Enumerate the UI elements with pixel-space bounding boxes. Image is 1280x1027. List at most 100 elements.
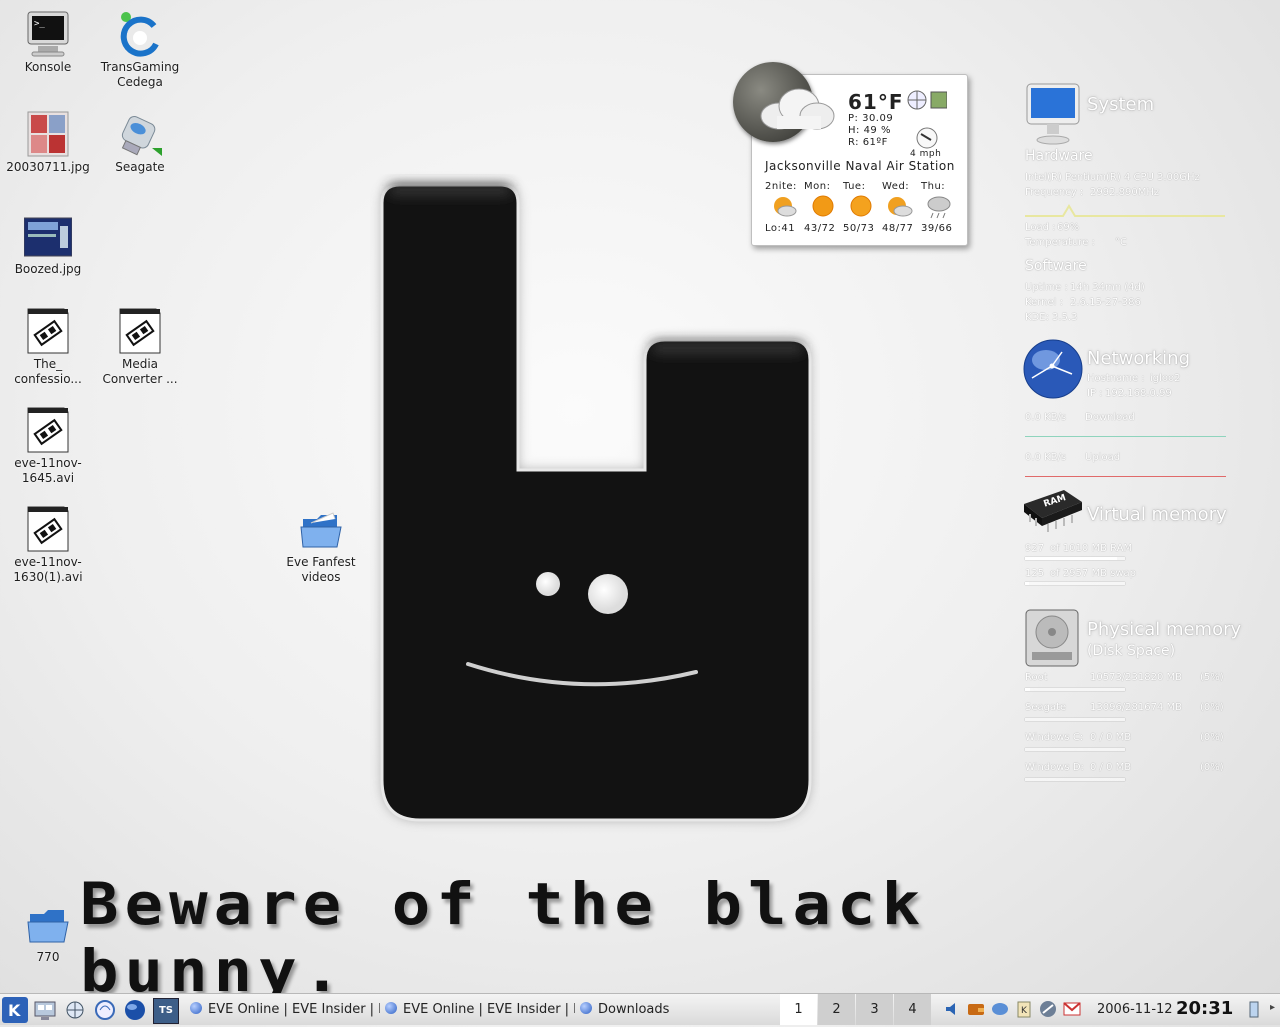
kde-menu-button[interactable]: K	[2, 997, 28, 1023]
desktop-icon-eve-1630[interactable]: eve-11nov-1630(1).avi	[5, 505, 91, 585]
disk-percent: (0%)	[1200, 702, 1224, 713]
forecast-day-1: Mon:	[804, 181, 831, 192]
desktop-pager-1[interactable]: 1	[780, 994, 817, 1025]
computer-icon	[1026, 83, 1080, 145]
gmail-notifier-icon[interactable]	[1063, 1000, 1081, 1018]
desktop-icon-label: Seagate	[115, 160, 165, 174]
desktop-icon-eve-fanfest[interactable]: Eve Fanfest videos	[278, 505, 364, 585]
disk-percent: (5%)	[1200, 672, 1224, 683]
desktop-icon-eve-1645[interactable]: eve-11nov-1645.avi	[5, 406, 91, 486]
desktop-icon-the-confession[interactable]: The_ confessio...	[5, 307, 91, 387]
ram-used: 927	[1025, 543, 1045, 554]
task-label: Downloads	[598, 1002, 670, 1017]
desktop-icon-label: Boozed.jpg	[14, 262, 82, 276]
download-rate: 0.0 KB/s	[1025, 412, 1067, 423]
desktop-pager-2[interactable]: 2	[818, 994, 855, 1025]
klipper-icon[interactable]: K	[1015, 1000, 1033, 1018]
image-file-icon	[23, 212, 73, 260]
desktop-icon-cedega[interactable]: TransGaming Cedega	[97, 10, 183, 90]
konqueror-icon[interactable]	[93, 998, 117, 1022]
temperature-label: Temperature :	[1025, 237, 1095, 248]
taskbar-task[interactable]: EVE Online | EVE Insider | F	[385, 996, 575, 1023]
upload-rate: 0.0 KB/s	[1025, 452, 1067, 463]
disk-usage: 0 / 0 MB	[1090, 732, 1132, 743]
volume-icon[interactable]	[944, 1000, 962, 1018]
virtual-memory-title: Virtual memory	[1087, 504, 1227, 525]
rain-icon	[927, 196, 951, 219]
forecast-temp-2: 50/73	[843, 223, 875, 234]
disk-name: Windows D:	[1025, 762, 1084, 773]
forecast-temp-1: 43/72	[804, 223, 836, 234]
forecast-day-2: Tue:	[843, 181, 866, 192]
network-status-icon[interactable]	[991, 1000, 1009, 1018]
weather-widget[interactable]: 61°F P: 30.09 H: 49 % R: 61ºF 4 mph Jack…	[733, 62, 973, 252]
sunny-icon	[850, 195, 872, 217]
desktop-icon-boozed[interactable]: Boozed.jpg	[5, 212, 91, 277]
satellite-icon[interactable]	[1039, 1000, 1057, 1018]
uptime-value: 14h 34mn (4d)	[1070, 282, 1145, 293]
networking-title: Networking	[1087, 348, 1190, 369]
browser-globe-icon[interactable]	[123, 998, 147, 1022]
clock-time[interactable]: 20:31	[1176, 998, 1233, 1019]
disk-name: Windows C:	[1025, 732, 1084, 743]
weather-wind: 4 mph	[910, 149, 942, 159]
disk-space-subtitle: (Disk Space)	[1087, 643, 1176, 659]
forecast-icons	[774, 195, 951, 219]
frequency-value: 2992.890MHz	[1090, 187, 1160, 198]
video-file-icon	[24, 307, 72, 355]
desktop-icon-20030711[interactable]: 20030711.jpg	[5, 110, 91, 175]
upload-graph-line	[1025, 476, 1226, 477]
desktop-icon-770[interactable]: 770	[5, 900, 91, 965]
task-label: EVE Online | EVE Insider | F	[208, 1002, 380, 1017]
ts-launcher-icon[interactable]: TS	[153, 998, 179, 1024]
disk-usage: 13096/281674 MB	[1090, 702, 1183, 713]
show-desktop-icon[interactable]	[33, 998, 57, 1022]
disk-percent: (0%)	[1200, 762, 1224, 773]
partly-cloudy-icon	[774, 197, 797, 217]
ip-value: 192.168.0.99	[1105, 388, 1172, 399]
globe-icon	[580, 1002, 592, 1014]
video-file-icon	[24, 406, 72, 454]
wallet-icon[interactable]	[967, 1000, 985, 1018]
desktop-icon-konsole[interactable]: >_ Konsole	[5, 10, 91, 75]
hardware-title: Hardware	[1025, 148, 1093, 164]
taskbar-task[interactable]: Downloads	[580, 996, 770, 1023]
desktop-pager-3[interactable]: 3	[856, 994, 893, 1025]
folder-icon	[297, 505, 345, 553]
cloudy-icon	[760, 88, 835, 130]
kde-label: KDE:	[1025, 312, 1049, 323]
network-tool-icon[interactable]	[63, 998, 87, 1022]
battery-icon[interactable]	[1245, 1000, 1263, 1018]
disk-usage: 0 / 0 MB	[1090, 762, 1132, 773]
monitor-terminal-icon: >_	[24, 10, 72, 58]
disk-usage-bar	[1025, 778, 1125, 781]
desktop-icon-seagate[interactable]: Seagate	[97, 110, 183, 175]
physical-memory-title: Physical memory	[1087, 619, 1242, 640]
desktop-icon-media-converter[interactable]: Media Converter ...	[97, 307, 183, 387]
cpu-load-graph	[1025, 204, 1225, 217]
swap-total: of 2957 MB swap	[1050, 568, 1136, 579]
clock-date[interactable]: 2006-11-12	[1097, 1002, 1173, 1017]
ram-total: of 1010 MB RAM	[1050, 543, 1133, 554]
wind-compass-icon	[916, 127, 938, 149]
system-title: System	[1087, 94, 1155, 115]
swap-used: 125	[1025, 568, 1045, 579]
disk-name: Seagate	[1025, 702, 1067, 713]
weather-station: Jacksonville Naval Air Station	[765, 159, 955, 173]
ip-label: IP :	[1087, 388, 1103, 399]
weather-temp: 61°F	[848, 90, 904, 114]
taskbar-task[interactable]: EVE Online | EVE Insider | F	[190, 996, 380, 1023]
disk-usage-bar	[1025, 748, 1125, 751]
taskbar-scroll-arrow-icon[interactable]: ▸	[1270, 1002, 1275, 1013]
wallpaper-slogan: Beware of the black bunny.	[80, 872, 927, 1006]
upload-label: Upload	[1085, 452, 1121, 463]
svg-text:K: K	[8, 1001, 21, 1020]
load-label: Load :	[1025, 222, 1056, 233]
desktop-icon-label: Media Converter ...	[102, 357, 178, 386]
forecast-temp-0: Lo:41	[765, 223, 796, 234]
disk-usage: 10573/231820 MB	[1090, 672, 1183, 683]
desktop-pager-4[interactable]: 4	[894, 994, 931, 1025]
forecast-temp-4: 39/66	[921, 223, 953, 234]
forecast-day-0: 2nite:	[765, 181, 797, 192]
load-value: 69%	[1057, 222, 1080, 233]
